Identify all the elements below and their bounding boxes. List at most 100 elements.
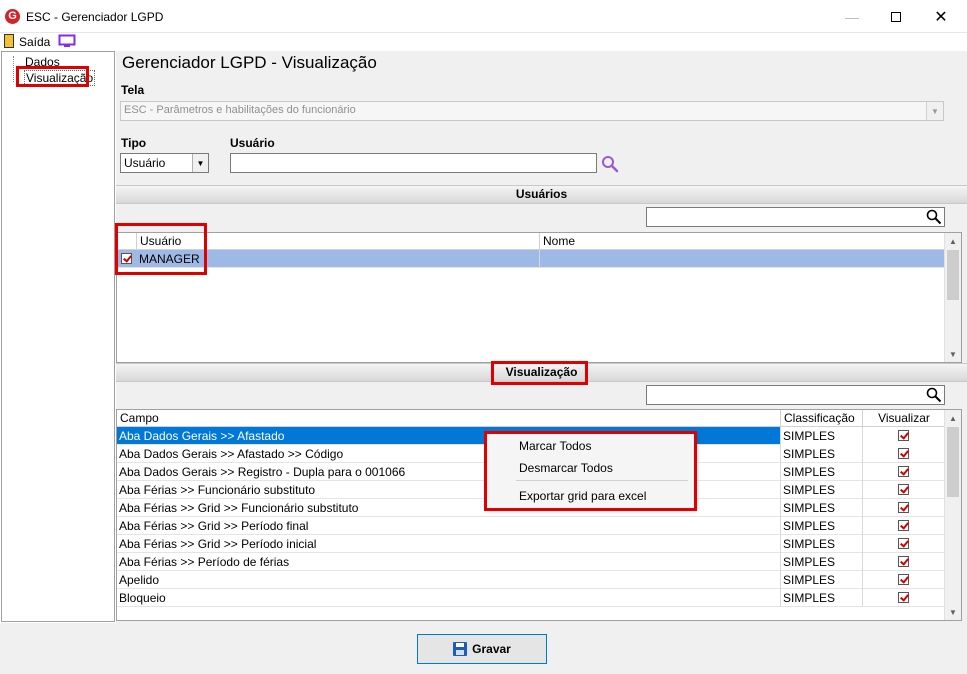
column-checkbox bbox=[117, 233, 137, 250]
menu-separator bbox=[516, 480, 688, 481]
classificacao-cell: SIMPLES bbox=[781, 427, 863, 445]
menu-item-exportar-excel[interactable]: Exportar grid para excel bbox=[519, 489, 646, 503]
classificacao-cell: SIMPLES bbox=[781, 517, 863, 535]
visualizar-checkbox[interactable] bbox=[898, 502, 909, 513]
visualizar-checkbox[interactable] bbox=[898, 538, 909, 549]
app-logo-icon: G bbox=[5, 9, 20, 24]
usuarios-grid-header: Usuário Nome bbox=[117, 233, 945, 250]
exit-button[interactable]: Saída bbox=[19, 35, 50, 49]
tela-label: Tela bbox=[121, 83, 145, 97]
context-menu: Marcar Todos Desmarcar Todos Exportar gr… bbox=[485, 432, 695, 509]
column-classificacao[interactable]: Classificação bbox=[781, 410, 863, 427]
page-title: Gerenciador LGPD - Visualização bbox=[122, 53, 377, 72]
tela-select: ESC - Parâmetros e habilitações do funci… bbox=[120, 101, 944, 121]
visualizacao-grid-header: Campo Classificação Visualizar bbox=[117, 410, 945, 427]
visualizar-cell bbox=[863, 481, 945, 499]
tree-connector bbox=[13, 56, 14, 82]
visualizar-cell bbox=[863, 589, 945, 607]
classificacao-cell: SIMPLES bbox=[781, 499, 863, 517]
visualizar-checkbox[interactable] bbox=[898, 430, 909, 441]
scroll-down-icon[interactable]: ▼ bbox=[945, 346, 961, 362]
campo-cell: Aba Férias >> Grid >> Período final bbox=[117, 517, 781, 535]
toolbar: Saída bbox=[0, 33, 967, 50]
usuarios-search-input[interactable] bbox=[646, 207, 945, 227]
column-campo[interactable]: Campo bbox=[117, 410, 781, 427]
usuarios-scrollbar[interactable]: ▲ ▼ bbox=[944, 233, 961, 362]
visualizar-checkbox[interactable] bbox=[898, 448, 909, 459]
column-visualizar[interactable]: Visualizar bbox=[863, 410, 945, 427]
column-usuario[interactable]: Usuário bbox=[137, 233, 540, 250]
visualizar-checkbox[interactable] bbox=[898, 556, 909, 567]
visualizar-cell bbox=[863, 427, 945, 445]
classificacao-cell: SIMPLES bbox=[781, 553, 863, 571]
visualizar-cell bbox=[863, 553, 945, 571]
tipo-select[interactable]: Usuário ▼ bbox=[120, 153, 209, 173]
menu-item-marcar-todos[interactable]: Marcar Todos bbox=[519, 439, 591, 453]
visualizar-checkbox[interactable] bbox=[898, 484, 909, 495]
usuarios-section-header: Usuários bbox=[116, 185, 967, 204]
visualizar-checkbox[interactable] bbox=[898, 574, 909, 585]
visualizar-cell bbox=[863, 499, 945, 517]
visualizar-cell bbox=[863, 445, 945, 463]
search-icon[interactable] bbox=[926, 387, 942, 403]
visualizar-checkbox[interactable] bbox=[898, 592, 909, 603]
table-row[interactable]: Apelido SIMPLES bbox=[117, 571, 945, 589]
search-icon[interactable] bbox=[601, 155, 619, 173]
save-button-label: Gravar bbox=[472, 642, 511, 656]
footer: Gravar bbox=[0, 623, 967, 674]
maximize-icon bbox=[891, 11, 901, 22]
classificacao-cell: SIMPLES bbox=[781, 445, 863, 463]
nome-cell bbox=[540, 250, 945, 268]
table-row[interactable]: Aba Férias >> Período de férias SIMPLES bbox=[117, 553, 945, 571]
floppy-disk-icon bbox=[453, 642, 468, 656]
table-row[interactable]: Aba Férias >> Grid >> Período inicial SIM… bbox=[117, 535, 945, 553]
door-exit-icon[interactable] bbox=[4, 34, 14, 48]
search-icon[interactable] bbox=[926, 209, 942, 225]
tela-select-value: ESC - Parâmetros e habilitações do funci… bbox=[124, 104, 356, 116]
row-checkbox[interactable] bbox=[121, 253, 132, 264]
classificacao-cell: SIMPLES bbox=[781, 535, 863, 553]
campo-cell: Apelido bbox=[117, 571, 781, 589]
usuario-cell: MANAGER bbox=[137, 250, 540, 268]
tipo-select-value: Usuário bbox=[124, 156, 166, 170]
close-button[interactable]: ✕ bbox=[918, 0, 964, 33]
tipo-label: Tipo bbox=[121, 136, 147, 150]
chevron-down-icon: ▼ bbox=[926, 102, 943, 120]
window-title: ESC - Gerenciador LGPD bbox=[26, 10, 164, 24]
usuario-input[interactable] bbox=[230, 153, 597, 173]
visualizar-checkbox[interactable] bbox=[898, 520, 909, 531]
column-nome[interactable]: Nome bbox=[540, 233, 945, 250]
table-row[interactable]: Bloqueio SIMPLES bbox=[117, 589, 945, 607]
classificacao-cell: SIMPLES bbox=[781, 571, 863, 589]
save-button[interactable]: Gravar bbox=[417, 634, 547, 664]
visualizar-cell bbox=[863, 571, 945, 589]
chevron-down-icon[interactable]: ▼ bbox=[192, 154, 208, 172]
menu-item-desmarcar-todos[interactable]: Desmarcar Todos bbox=[519, 461, 613, 475]
visualizacao-scrollbar[interactable]: ▲ ▼ bbox=[944, 410, 961, 620]
usuarios-grid: Usuário Nome MANAGER ▲ ▼ bbox=[116, 232, 962, 363]
minimize-button[interactable]: — bbox=[829, 0, 875, 33]
table-row[interactable]: MANAGER bbox=[117, 250, 945, 268]
classificacao-cell: SIMPLES bbox=[781, 481, 863, 499]
monitor-icon[interactable] bbox=[58, 34, 76, 48]
scroll-thumb[interactable] bbox=[947, 427, 959, 497]
scroll-down-icon[interactable]: ▼ bbox=[945, 604, 961, 620]
table-row[interactable]: Aba Férias >> Grid >> Período final SIMPL… bbox=[117, 517, 945, 535]
visualizar-cell bbox=[863, 463, 945, 481]
tree-item-visualizacao[interactable]: Visualização bbox=[24, 70, 96, 86]
visualizacao-section-header: Visualização bbox=[116, 363, 967, 382]
title-bar: G ESC - Gerenciador LGPD — ✕ bbox=[0, 0, 967, 33]
scroll-up-icon[interactable]: ▲ bbox=[945, 410, 961, 426]
scroll-thumb[interactable] bbox=[947, 250, 959, 300]
main-panel: Gerenciador LGPD - Visualização Tela ESC… bbox=[116, 51, 967, 623]
usuario-label: Usuário bbox=[230, 136, 275, 150]
classificacao-cell: SIMPLES bbox=[781, 589, 863, 607]
visualizar-cell bbox=[863, 535, 945, 553]
maximize-button[interactable] bbox=[873, 0, 919, 33]
campo-cell: Bloqueio bbox=[117, 589, 781, 607]
scroll-up-icon[interactable]: ▲ bbox=[945, 233, 961, 249]
visualizar-checkbox[interactable] bbox=[898, 466, 909, 477]
classificacao-cell: SIMPLES bbox=[781, 463, 863, 481]
tree-item-dados[interactable]: Dados bbox=[24, 55, 61, 69]
visualizacao-search-input[interactable] bbox=[646, 385, 945, 405]
